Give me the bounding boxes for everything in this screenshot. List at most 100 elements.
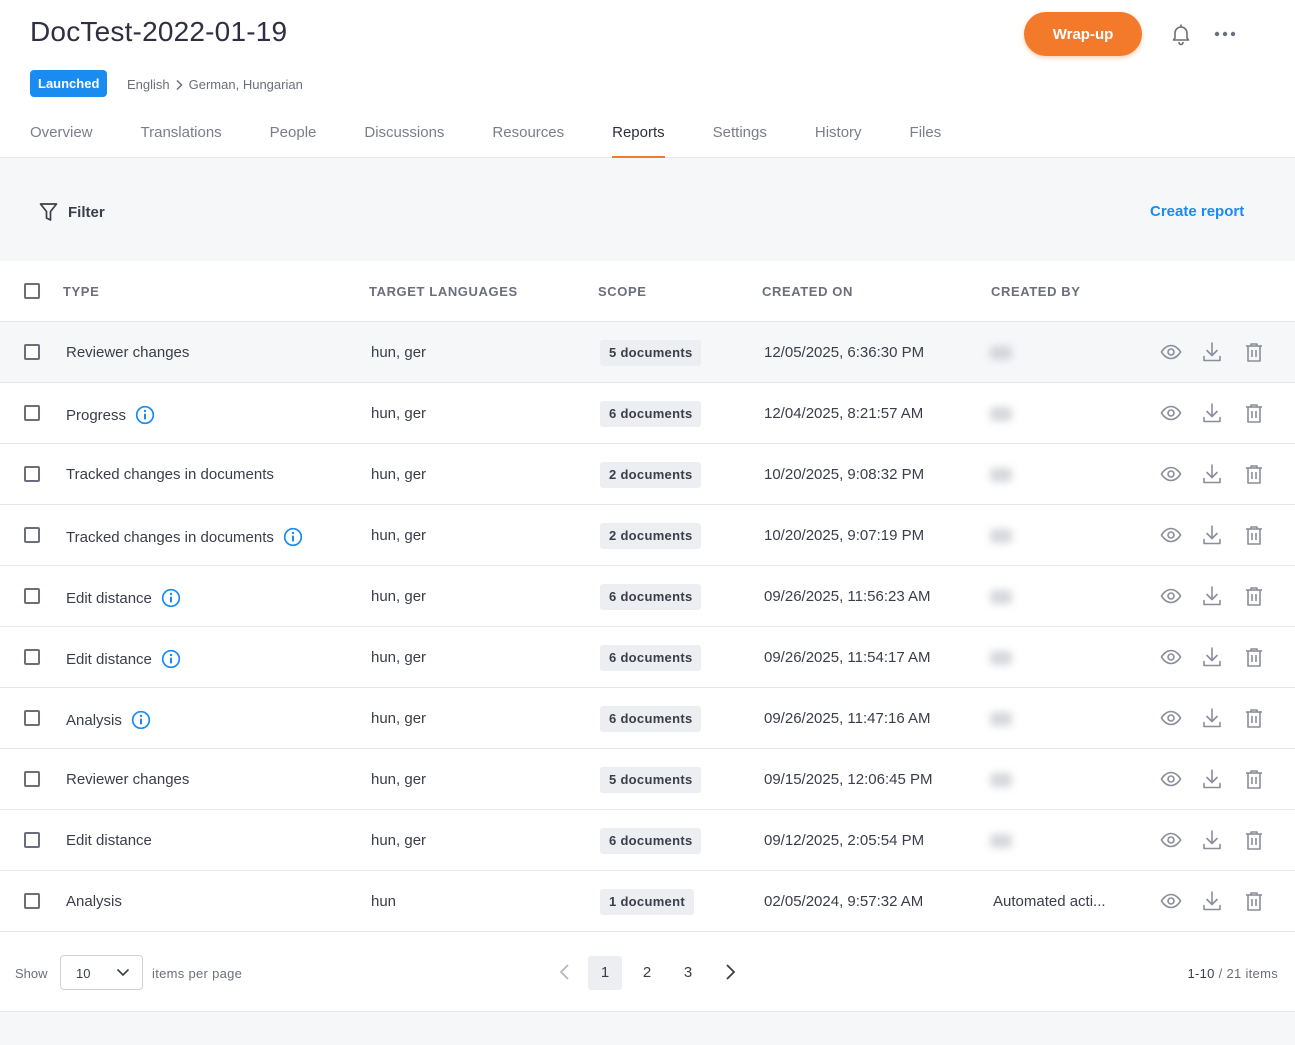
row-checkbox[interactable] xyxy=(24,527,40,543)
delete-icon[interactable] xyxy=(1243,829,1265,851)
view-icon[interactable] xyxy=(1160,402,1182,424)
download-icon[interactable] xyxy=(1201,585,1223,607)
download-icon[interactable] xyxy=(1201,707,1223,729)
row-checkbox[interactable] xyxy=(24,344,40,360)
column-header-created-on[interactable]: CREATED ON xyxy=(762,284,853,299)
row-checkbox[interactable] xyxy=(24,710,40,726)
table-row[interactable]: Reviewer changes hun, ger 5 documents 12/05… xyxy=(0,322,1295,383)
column-header-scope[interactable]: SCOPE xyxy=(598,284,647,299)
view-icon[interactable] xyxy=(1160,463,1182,485)
download-icon[interactable] xyxy=(1201,890,1223,912)
download-icon[interactable] xyxy=(1201,646,1223,668)
view-icon[interactable] xyxy=(1160,524,1182,546)
page-button-2[interactable]: 2 xyxy=(630,956,664,990)
tab-translations[interactable]: Translations xyxy=(141,124,222,158)
tab-bar: Overview Translations People Discussions Res… xyxy=(30,124,989,158)
target-languages-cell: hun, ger xyxy=(371,771,427,788)
target-languages-cell: hun, ger xyxy=(371,710,427,727)
info-icon[interactable] xyxy=(161,649,181,669)
range-value: 1-10 xyxy=(1187,966,1215,981)
row-checkbox[interactable] xyxy=(24,649,40,665)
info-icon[interactable] xyxy=(161,588,181,608)
tab-settings[interactable]: Settings xyxy=(713,124,767,158)
view-icon[interactable] xyxy=(1160,646,1182,668)
delete-icon[interactable] xyxy=(1243,402,1265,424)
table-row[interactable]: Tracked changes in documents hun, ger 2 do… xyxy=(0,505,1295,566)
view-icon[interactable] xyxy=(1160,341,1182,363)
view-icon[interactable] xyxy=(1160,768,1182,790)
view-icon[interactable] xyxy=(1160,829,1182,851)
table-row[interactable]: Reviewer changes hun, ger 5 documents 09/15… xyxy=(0,749,1295,810)
view-icon[interactable] xyxy=(1160,707,1182,729)
report-type: Analysis xyxy=(66,893,122,910)
delete-icon[interactable] xyxy=(1243,646,1265,668)
filter-button[interactable]: Filter xyxy=(39,202,105,222)
tab-discussions[interactable]: Discussions xyxy=(364,124,444,158)
info-icon[interactable] xyxy=(135,405,155,425)
page-button-3[interactable]: 3 xyxy=(671,956,705,990)
next-page-icon[interactable] xyxy=(720,962,740,982)
chevron-right-icon xyxy=(176,79,183,90)
row-checkbox[interactable] xyxy=(24,832,40,848)
delete-icon[interactable] xyxy=(1243,768,1265,790)
reports-table: TYPE TARGET LANGUAGES SCOPE CREATED ON C… xyxy=(0,261,1295,932)
tab-files[interactable]: Files xyxy=(910,124,942,158)
scope-badge: 6 documents xyxy=(600,401,702,427)
column-header-target-languages[interactable]: TARGET LANGUAGES xyxy=(369,284,518,299)
table-row[interactable]: Edit distance hun, ger 6 documents 09/12/20… xyxy=(0,810,1295,871)
download-icon[interactable] xyxy=(1201,402,1223,424)
tab-people[interactable]: People xyxy=(270,124,317,158)
created-by-redacted xyxy=(990,651,1012,665)
page-button-1[interactable]: 1 xyxy=(588,956,622,990)
delete-icon[interactable] xyxy=(1243,341,1265,363)
create-report-link[interactable]: Create report xyxy=(1150,203,1244,220)
source-language: English xyxy=(127,77,170,92)
row-checkbox[interactable] xyxy=(24,405,40,421)
delete-icon[interactable] xyxy=(1243,463,1265,485)
scope-badge: 2 documents xyxy=(600,523,702,549)
info-icon[interactable] xyxy=(131,710,151,730)
table-row[interactable]: Tracked changes in documents hun, ger 2 do… xyxy=(0,444,1295,505)
delete-icon[interactable] xyxy=(1243,890,1265,912)
table-row[interactable]: Analysis hun 1 document 02/05/2024, 9:57:32… xyxy=(0,871,1295,932)
download-icon[interactable] xyxy=(1201,463,1223,485)
select-all-checkbox[interactable] xyxy=(24,283,40,299)
delete-icon[interactable] xyxy=(1243,585,1265,607)
info-icon[interactable] xyxy=(283,527,303,547)
tab-reports[interactable]: Reports xyxy=(612,124,665,158)
table-row[interactable]: Edit distance hun, ger 6 documents 09/26/20… xyxy=(0,627,1295,688)
column-header-created-by[interactable]: CREATED BY xyxy=(991,284,1081,299)
download-icon[interactable] xyxy=(1201,768,1223,790)
type-cell: Tracked changes in documents xyxy=(66,527,303,547)
row-checkbox[interactable] xyxy=(24,466,40,482)
scope-badge: 6 documents xyxy=(600,645,702,671)
row-checkbox[interactable] xyxy=(24,893,40,909)
more-options-icon[interactable] xyxy=(1212,22,1238,46)
type-cell: Reviewer changes xyxy=(66,771,189,788)
wrap-up-button[interactable]: Wrap-up xyxy=(1024,12,1142,56)
delete-icon[interactable] xyxy=(1243,707,1265,729)
download-icon[interactable] xyxy=(1201,829,1223,851)
table-row[interactable]: Edit distance hun, ger 6 documents 09/26/20… xyxy=(0,566,1295,627)
column-header-type[interactable]: TYPE xyxy=(63,284,99,299)
table-row[interactable]: Analysis hun, ger 6 documents 09/26/2025, 1… xyxy=(0,688,1295,749)
tab-history[interactable]: History xyxy=(815,124,862,158)
row-checkbox[interactable] xyxy=(24,771,40,787)
report-type: Reviewer changes xyxy=(66,771,190,788)
previous-page-icon[interactable] xyxy=(555,962,575,982)
status-badge: Launched xyxy=(30,70,108,97)
download-icon[interactable] xyxy=(1201,524,1223,546)
report-type: Edit distance xyxy=(66,589,152,607)
row-checkbox[interactable] xyxy=(24,588,40,604)
type-cell: Progress xyxy=(66,405,155,425)
view-icon[interactable] xyxy=(1160,585,1182,607)
tab-overview[interactable]: Overview xyxy=(30,124,93,158)
tab-resources[interactable]: Resources xyxy=(492,124,564,158)
table-row[interactable]: Progress hun, ger 6 documents 12/04/2025, 8… xyxy=(0,383,1295,444)
view-icon[interactable] xyxy=(1160,890,1182,912)
download-icon[interactable] xyxy=(1201,341,1223,363)
bell-icon[interactable] xyxy=(1169,22,1193,46)
items-per-page-select[interactable]: 10 xyxy=(60,955,143,990)
delete-icon[interactable] xyxy=(1243,524,1265,546)
type-cell: Edit distance xyxy=(66,588,181,608)
